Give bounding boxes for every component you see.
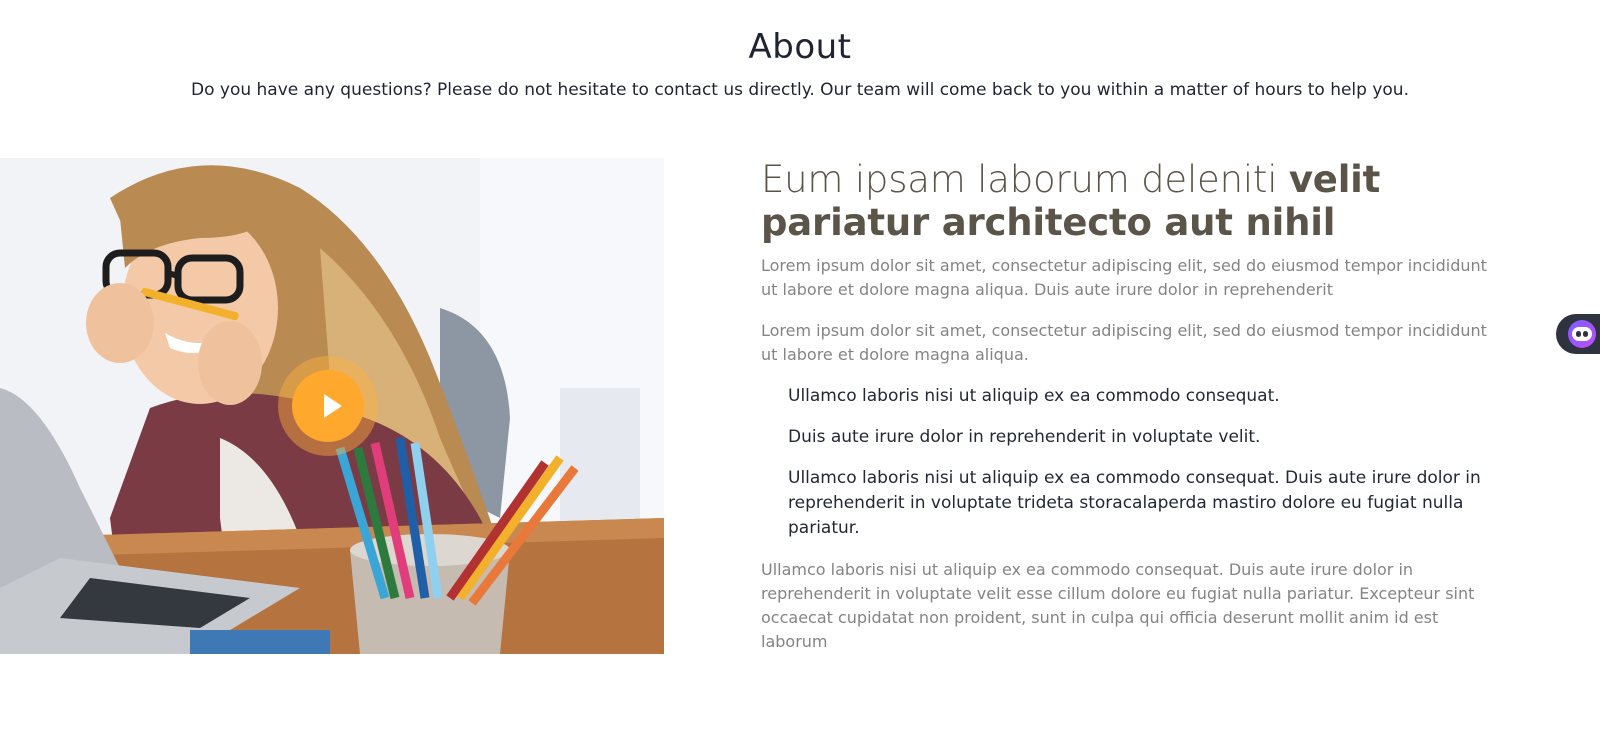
list-item: Ullamco laboris nisi ut aliquip ex ea co… [788, 468, 1481, 538]
list-item: Ullamco laboris nisi ut aliquip ex ea co… [788, 386, 1280, 406]
about-image [0, 158, 664, 654]
play-icon [324, 394, 342, 418]
assistant-icon-mask [1572, 327, 1592, 341]
second-paragraph: Lorem ipsum dolor sit amet, consectetur … [761, 321, 1487, 364]
about-content: Eum ipsam laborum deleniti velit pariatu… [761, 158, 1501, 654]
heading-light: Eum ipsam laborum deleniti [761, 158, 1289, 201]
feature-list: Ullamco laboris nisi ut aliquip ex ea co… [761, 384, 1501, 541]
play-button-circle [292, 370, 364, 442]
intro-paragraph: Lorem ipsum dolor sit amet, consectetur … [761, 256, 1487, 299]
section-title: About [748, 27, 852, 67]
assistant-icon-eye [1576, 331, 1581, 337]
content-heading: Eum ipsam laborum deleniti velit pariatu… [761, 158, 1501, 244]
closing-paragraph: Ullamco laboris nisi ut aliquip ex ea co… [761, 560, 1475, 651]
assistant-widget-button[interactable] [1556, 314, 1600, 354]
section-subtitle: Do you have any questions? Please do not… [191, 80, 1409, 100]
list-item: Duis aute irure dolor in reprehenderit i… [788, 427, 1261, 447]
assistant-icon-eye [1583, 331, 1588, 337]
assistant-icon [1568, 320, 1596, 348]
play-video-button[interactable] [278, 356, 378, 456]
